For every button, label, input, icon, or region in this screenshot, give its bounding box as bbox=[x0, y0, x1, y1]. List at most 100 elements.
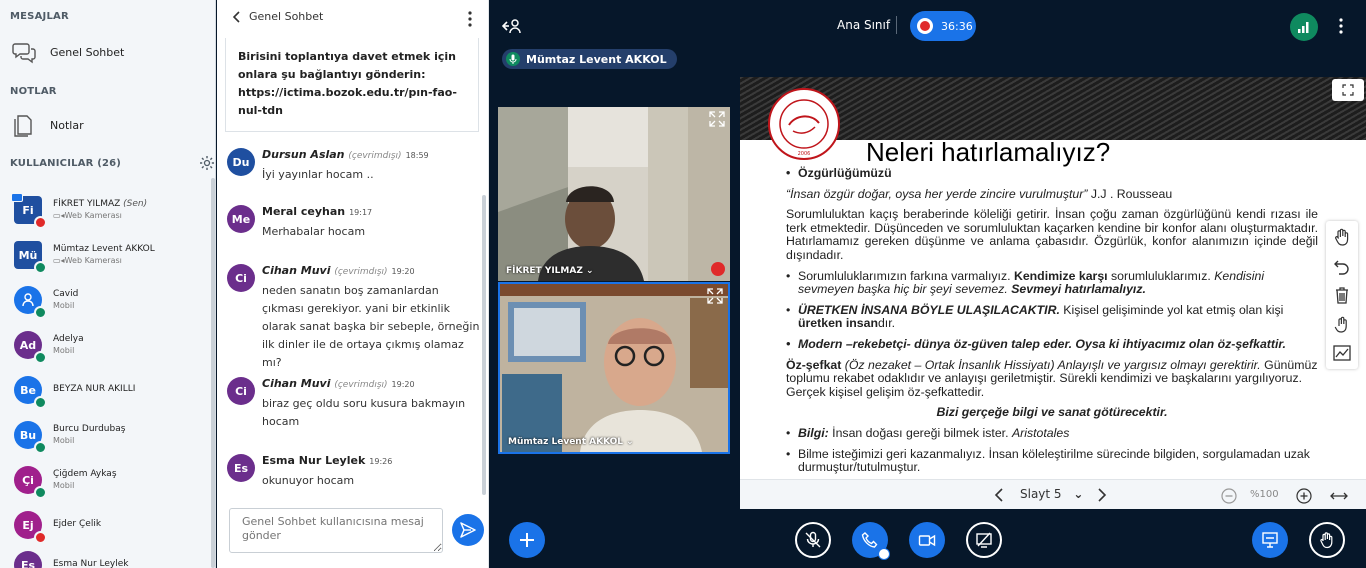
hide-panel-icon[interactable] bbox=[502, 17, 522, 35]
plus-icon bbox=[520, 533, 534, 547]
svg-text:2006: 2006 bbox=[798, 151, 811, 157]
user-list-item[interactable]: Ej Ejder Çelik bbox=[14, 505, 210, 545]
user-list-scrollbar[interactable] bbox=[211, 178, 215, 568]
user-list-item[interactable]: Mü Mümtaz Levent AKKOL ▭◂Web Kamerası bbox=[14, 235, 210, 275]
offline-label: (çevrimdışı) bbox=[348, 151, 402, 161]
screen-share-button[interactable] bbox=[966, 522, 1002, 558]
user-status: ▭◂Web Kamerası bbox=[53, 255, 122, 265]
message-time: 19:20 bbox=[391, 380, 415, 389]
chat-header[interactable]: Genel Sohbet bbox=[233, 10, 323, 23]
zoom-in-icon[interactable] bbox=[1296, 488, 1312, 504]
slide-body: Özgürlüğümüzü “İnsan özgür doğar, oysa h… bbox=[786, 166, 1318, 482]
avatar-initials: Mü bbox=[18, 248, 38, 262]
slide-center-line: Bizi gerçeğe bilgi ve sanat götürecektir… bbox=[936, 405, 1168, 420]
fit-width-icon[interactable] bbox=[1330, 490, 1348, 502]
avatar-initials: Me bbox=[231, 212, 251, 226]
record-icon bbox=[917, 18, 933, 34]
you-label: (Sen) bbox=[123, 199, 148, 210]
webcam-feed bbox=[500, 284, 728, 452]
presentation-slide[interactable]: 2006 Neleri hatırlamalıyız? Özgürlüğümüz… bbox=[740, 77, 1366, 509]
user-list-item[interactable]: Be BEYZA NUR AKILLI bbox=[14, 370, 210, 410]
fullscreen-icon[interactable] bbox=[707, 288, 723, 304]
user-name: Adelya bbox=[53, 334, 84, 345]
divider bbox=[896, 16, 897, 34]
connection-status-button[interactable] bbox=[1290, 13, 1318, 41]
user-status: Mobil bbox=[53, 435, 75, 445]
chat-options-icon[interactable] bbox=[464, 10, 476, 28]
headset-icon bbox=[34, 486, 47, 499]
user-list-item[interactable]: Çi Çiğdem Aykaş Mobil bbox=[14, 460, 210, 500]
user-list-item[interactable]: Ad Adelya Mobil bbox=[14, 325, 210, 365]
undo-icon[interactable] bbox=[1332, 256, 1352, 276]
actions-button[interactable] bbox=[509, 522, 545, 558]
next-slide-icon[interactable] bbox=[1097, 488, 1107, 502]
avatar-initials: Ci bbox=[235, 384, 247, 398]
avatar-initials: Ej bbox=[22, 518, 34, 532]
chat-panel: Genel Sohbet Birisini toplantıya davet e… bbox=[217, 0, 489, 568]
user-name: Esma Nur Leylek bbox=[53, 559, 129, 568]
slide-select[interactable]: Slayt 5 ⌄ bbox=[1020, 487, 1083, 501]
avatar: Du bbox=[227, 148, 255, 176]
muted-mic-icon bbox=[711, 262, 725, 276]
avatar: Ad bbox=[14, 331, 47, 364]
chat-message-input[interactable] bbox=[229, 508, 443, 553]
send-button[interactable] bbox=[452, 514, 484, 546]
annotation-toolbar bbox=[1326, 221, 1358, 369]
public-chat-item[interactable]: Genel Sohbet bbox=[12, 40, 124, 64]
previous-slide-icon[interactable] bbox=[994, 488, 1004, 502]
messages-heading: MESAJLAR bbox=[10, 11, 69, 22]
chat-scrollbar[interactable] bbox=[482, 195, 486, 495]
avatar: Fi bbox=[11, 193, 47, 229]
notes-heading: NOTLAR bbox=[10, 86, 57, 97]
video-tile-mumtaz[interactable]: Mümtaz Levent AKKOL ⌄ bbox=[498, 282, 730, 454]
audio-button[interactable] bbox=[852, 522, 890, 560]
welcome-message: Birisini toplantıya davet etmek için onl… bbox=[225, 38, 479, 132]
slide-paragraph: Sorumluluktan kaçış beraberinde köleliği… bbox=[786, 207, 1318, 262]
multi-user-whiteboard-icon[interactable] bbox=[1332, 314, 1352, 334]
camera-button[interactable] bbox=[909, 522, 945, 558]
trash-icon[interactable] bbox=[1332, 285, 1352, 305]
headset-icon bbox=[34, 306, 47, 319]
slide-bullet: Bilgi: İnsan doğası gereği bilmek ister.… bbox=[786, 426, 1318, 441]
chevron-down-icon[interactable] bbox=[878, 548, 890, 560]
video-tile-fikret[interactable]: FİKRET YILMAZ ⌄ bbox=[498, 107, 730, 281]
main-options-icon[interactable] bbox=[1335, 17, 1347, 35]
message-time: 19:17 bbox=[349, 208, 373, 217]
chevron-left-icon[interactable] bbox=[233, 10, 241, 23]
chart-icon[interactable] bbox=[1332, 343, 1352, 363]
user-list-panel: MESAJLAR Genel Sohbet NOTLAR Notlar KULL… bbox=[0, 0, 216, 568]
offline-label: (çevrimdışı) bbox=[334, 380, 388, 390]
offline-label: (çevrimdışı) bbox=[334, 267, 388, 277]
user-list-item[interactable]: Fi FİKRET YILMAZ (Sen) ▭◂Web Kamerası bbox=[11, 190, 210, 230]
hand-icon bbox=[1320, 532, 1333, 549]
headset-icon bbox=[34, 396, 47, 409]
slide-bullet: Modern –rekebetçi- dünya öz-güven talep … bbox=[786, 337, 1318, 352]
video-name-label[interactable]: FİKRET YILMAZ ⌄ bbox=[506, 266, 594, 276]
university-logo: 2006 bbox=[768, 88, 840, 160]
avatar-initials: Ad bbox=[19, 338, 37, 352]
zoom-out-icon[interactable] bbox=[1221, 488, 1237, 504]
message-text: biraz geç oldu soru kusura bakmayın hoca… bbox=[262, 397, 466, 428]
raise-hand-button[interactable] bbox=[1309, 522, 1345, 558]
fullscreen-icon[interactable] bbox=[709, 111, 725, 127]
zoom-level: %100 bbox=[1250, 489, 1279, 500]
hand-tool-icon[interactable] bbox=[1332, 227, 1352, 247]
recording-time: 36:36 bbox=[941, 19, 973, 33]
fullscreen-slide-button[interactable] bbox=[1332, 79, 1364, 101]
mute-button[interactable] bbox=[795, 522, 831, 558]
user-list-item[interactable]: Es Esma Nur Leylek bbox=[14, 545, 210, 568]
video-camera-icon bbox=[918, 534, 936, 547]
screen-share-off-icon bbox=[976, 532, 992, 548]
recording-indicator[interactable]: 36:36 bbox=[910, 11, 976, 41]
notes-item[interactable]: Notlar bbox=[12, 113, 84, 137]
avatar bbox=[14, 286, 47, 319]
slide-title: Neleri hatırlamalıyız? bbox=[866, 137, 1111, 167]
gear-icon[interactable] bbox=[199, 155, 215, 171]
user-list-item[interactable]: Cavid Mobil bbox=[14, 280, 210, 320]
users-heading: KULLANICILAR (26) bbox=[10, 158, 122, 169]
video-name-label[interactable]: Mümtaz Levent AKKOL ⌄ bbox=[508, 437, 634, 447]
user-list-item[interactable]: Bu Burcu Durdubaş Mobil bbox=[14, 415, 210, 455]
presentation-toggle-button[interactable] bbox=[1252, 522, 1288, 558]
slide-paragraph: Öz-şefkat (Öz nezaket – Ortak İnsanlık H… bbox=[786, 357, 1318, 399]
signal-bars-icon bbox=[1298, 22, 1309, 33]
